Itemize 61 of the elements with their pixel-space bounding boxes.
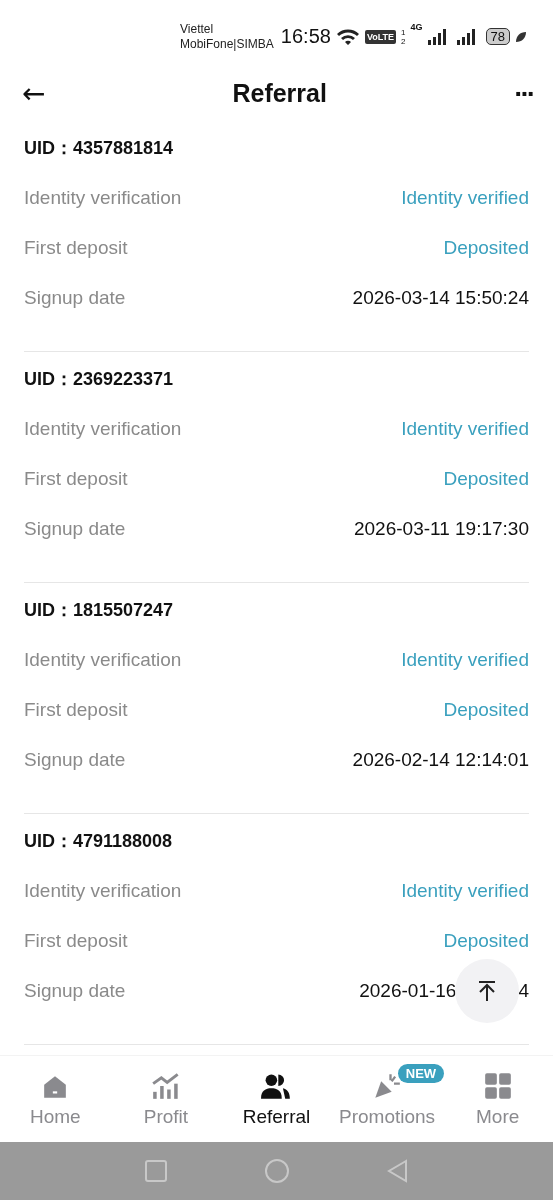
clock-time: 16:58	[280, 25, 331, 48]
status-value: Identity verified	[401, 418, 529, 440]
field-label: Signup date	[24, 749, 126, 771]
carrier-name: MobiFone|SIMBA	[180, 36, 274, 52]
status-value: Deposited	[443, 237, 529, 259]
battery-level: 78	[485, 28, 510, 45]
field-label: Identity verification	[24, 418, 182, 440]
date-value: 2026-01-16	[359, 980, 457, 1002]
home-icon	[42, 1074, 69, 1100]
signal-icon	[427, 28, 446, 45]
uid-label: UID：	[24, 368, 73, 391]
status-value: Deposited	[443, 699, 529, 721]
recent-apps-icon[interactable]	[143, 1159, 168, 1183]
more-button[interactable]: ···	[513, 80, 533, 106]
volte-badge: VoLTE	[364, 29, 397, 44]
field-label: Signup date	[24, 518, 126, 540]
uid-label: UID：	[24, 599, 73, 622]
date-value: 4	[518, 980, 529, 1002]
back-triangle-icon[interactable]	[385, 1159, 410, 1183]
uid-value: 4357881814	[73, 137, 174, 159]
nav-tab[interactable]: More	[442, 1056, 553, 1142]
status-value: Identity verified	[401, 880, 529, 902]
status-value: Identity verified	[401, 187, 529, 209]
uid-label: UID：	[24, 137, 73, 160]
nav-tab[interactable]: Referral	[221, 1056, 332, 1142]
field-label: Identity verification	[24, 187, 182, 209]
network-type: 4G	[410, 22, 423, 32]
status-value: Identity verified	[401, 649, 529, 671]
field-label: First deposit	[24, 699, 128, 721]
date-value: 2026-03-11 19:17:30	[353, 518, 529, 540]
carrier-name: Viettel	[180, 21, 215, 37]
nav-tab[interactable]: Profit	[110, 1056, 222, 1142]
back-button[interactable]: ←	[22, 76, 46, 110]
nav-tab[interactable]: Home	[0, 1056, 111, 1142]
signal-icon	[456, 28, 475, 45]
grid-icon	[483, 1072, 512, 1100]
field-label: Signup date	[24, 980, 126, 1002]
field-label: First deposit	[24, 237, 128, 259]
new-badge: NEW	[397, 1064, 445, 1083]
status-value: Deposited	[443, 930, 529, 952]
date-value: 2026-03-14 15:50:24	[352, 287, 529, 309]
page-title: Referral	[232, 78, 327, 108]
status-value: Deposited	[443, 468, 529, 490]
uid-value: 4791188008	[73, 830, 173, 852]
field-label: First deposit	[24, 930, 128, 952]
field-label: Identity verification	[24, 649, 182, 671]
uid-value: 2369223371	[73, 368, 174, 390]
people-icon	[261, 1072, 292, 1100]
field-label: Signup date	[24, 287, 126, 309]
field-label: Identity verification	[24, 880, 182, 902]
home-circle-icon[interactable]	[263, 1158, 290, 1184]
chart-icon	[151, 1072, 180, 1100]
leaf-icon	[515, 30, 527, 43]
uid-value: 1815507247	[73, 599, 174, 621]
field-label: First deposit	[24, 468, 128, 490]
sim-number: 2	[401, 36, 406, 46]
date-value: 2026-02-14 12:14:01	[352, 749, 529, 771]
wifi-icon	[335, 27, 360, 46]
party-popper-icon	[373, 1072, 402, 1100]
uid-label: UID：	[24, 830, 73, 853]
sim-number: 1	[401, 27, 406, 37]
